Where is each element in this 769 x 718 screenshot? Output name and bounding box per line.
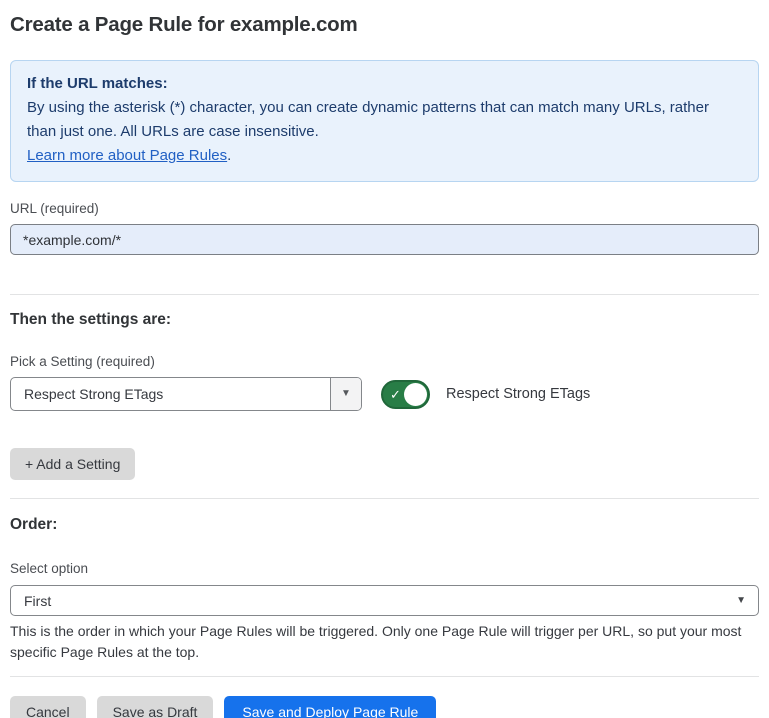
setting-toggle-label: Respect Strong ETags	[446, 386, 590, 402]
order-select-label: Select option	[10, 561, 759, 577]
setting-dropdown-arrow-button[interactable]: ▼	[330, 378, 361, 410]
footer-buttons: Cancel Save as Draft Save and Deploy Pag…	[10, 696, 759, 718]
info-box-heading: If the URL matches:	[27, 72, 742, 96]
url-match-info-box: If the URL matches: By using the asteris…	[10, 60, 759, 182]
order-select[interactable]: First ▼	[10, 585, 759, 616]
setting-dropdown[interactable]: Respect Strong ETags ▼	[10, 377, 362, 411]
add-setting-button[interactable]: + Add a Setting	[10, 448, 135, 480]
page-title: Create a Page Rule for example.com	[10, 12, 759, 38]
chevron-down-icon: ▼	[736, 596, 746, 606]
setting-dropdown-value: Respect Strong ETags	[11, 378, 330, 410]
order-section-heading: Order:	[10, 515, 759, 535]
url-input[interactable]	[10, 224, 759, 255]
url-field-label: URL (required)	[10, 201, 759, 217]
cancel-button[interactable]: Cancel	[10, 696, 86, 718]
save-and-deploy-button[interactable]: Save and Deploy Page Rule	[224, 696, 436, 718]
setting-toggle[interactable]: ✓	[381, 380, 430, 409]
setting-picker-label: Pick a Setting (required)	[10, 354, 759, 370]
setting-row: Respect Strong ETags ▼ ✓ Respect Strong …	[10, 377, 759, 411]
order-select-value: First	[24, 593, 51, 609]
info-box-body: By using the asterisk (*) character, you…	[27, 96, 742, 144]
info-box-link-line: Learn more about Page Rules.	[27, 144, 742, 168]
section-divider	[10, 498, 759, 499]
check-icon: ✓	[390, 388, 401, 401]
learn-more-link[interactable]: Learn more about Page Rules	[27, 147, 227, 164]
page-rule-form: Create a Page Rule for example.com If th…	[0, 0, 769, 718]
settings-section-heading: Then the settings are:	[10, 310, 759, 330]
chevron-down-icon: ▼	[341, 389, 351, 399]
toggle-knob	[404, 383, 427, 406]
order-help-text: This is the order in which your Page Rul…	[10, 621, 759, 663]
link-suffix-text: .	[227, 147, 231, 164]
save-as-draft-button[interactable]: Save as Draft	[97, 696, 214, 718]
section-divider	[10, 294, 759, 295]
footer-divider	[10, 676, 759, 677]
